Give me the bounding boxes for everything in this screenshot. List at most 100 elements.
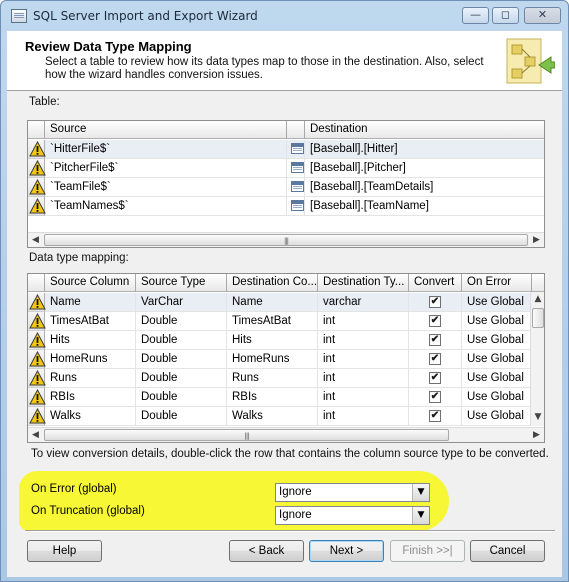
table-horizontal-scrollbar[interactable]: ◀ ||| ▶ bbox=[28, 232, 544, 247]
convert-checkbox[interactable]: ✔ bbox=[429, 334, 441, 346]
source-type-cell: Double bbox=[136, 388, 227, 407]
help-button[interactable]: Help bbox=[27, 540, 102, 562]
convert-cell: ✔ bbox=[409, 388, 462, 407]
scroll-thumb[interactable] bbox=[532, 308, 544, 328]
destination-column-cell: TimesAtBat bbox=[227, 312, 318, 331]
cancel-button[interactable]: Cancel bbox=[470, 540, 545, 562]
back-button[interactable]: < Back bbox=[229, 540, 304, 562]
column-header-destination[interactable]: Destination bbox=[305, 121, 544, 139]
column-header-spacer bbox=[287, 121, 305, 139]
scroll-left-icon[interactable]: ◀ bbox=[28, 233, 43, 247]
on-error-cell[interactable]: Use Global bbox=[462, 350, 530, 369]
page-title: Review Data Type Mapping bbox=[25, 39, 192, 54]
table-grid[interactable]: Source Destination `HitterFile$` [Basebal… bbox=[27, 120, 545, 248]
convert-cell: ✔ bbox=[409, 350, 462, 369]
column-header-source[interactable]: Source bbox=[45, 121, 287, 139]
destination-type-cell: int bbox=[318, 331, 409, 350]
page-description: Select a table to review how its data ty… bbox=[45, 56, 484, 81]
table-icon bbox=[291, 200, 304, 211]
on-error-cell[interactable]: Use Global bbox=[462, 388, 530, 407]
source-column-cell: Walks bbox=[45, 407, 136, 426]
mapping-row[interactable]: Name VarChar Name varchar ✔ Use Global bbox=[28, 293, 544, 312]
scroll-thumb[interactable]: ||| bbox=[44, 429, 449, 441]
convert-cell: ✔ bbox=[409, 312, 462, 331]
close-button[interactable]: ✕ bbox=[524, 7, 561, 24]
warning-icon bbox=[29, 408, 46, 424]
finish-button[interactable]: Finish >>| bbox=[390, 540, 465, 562]
minimize-button[interactable]: — bbox=[462, 7, 489, 24]
convert-checkbox[interactable]: ✔ bbox=[429, 391, 441, 403]
mapping-row[interactable]: Runs Double Runs int ✔ Use Global bbox=[28, 369, 544, 388]
table-row[interactable]: `TeamFile$` [Baseball].[TeamDetails] bbox=[28, 178, 544, 197]
convert-checkbox[interactable]: ✔ bbox=[429, 296, 441, 308]
chevron-down-icon[interactable]: ▼ bbox=[412, 507, 429, 524]
column-header-destination-column[interactable]: Destination Co... bbox=[227, 274, 318, 292]
destination-type-cell: varchar bbox=[318, 293, 409, 312]
scroll-right-icon[interactable]: ▶ bbox=[529, 428, 544, 442]
on-error-global-select[interactable]: Ignore ▼ bbox=[275, 483, 430, 502]
mapping-row[interactable]: RBIs Double RBIs int ✔ Use Global bbox=[28, 388, 544, 407]
column-header-source-type[interactable]: Source Type bbox=[136, 274, 227, 292]
source-cell: `HitterFile$` bbox=[45, 140, 287, 159]
mapping-row[interactable]: HomeRuns Double HomeRuns int ✔ Use Global bbox=[28, 350, 544, 369]
mapping-horizontal-scrollbar[interactable]: ◀ ||| ▶ bbox=[28, 427, 544, 442]
mapping-grid[interactable]: Source Column Source Type Destination Co… bbox=[27, 273, 545, 443]
column-header-on-error[interactable]: On Error bbox=[462, 274, 532, 292]
table-icon-cell bbox=[287, 178, 305, 197]
scroll-down-icon[interactable]: ▼ bbox=[531, 410, 544, 425]
destination-column-cell: HomeRuns bbox=[227, 350, 318, 369]
on-error-cell[interactable]: Use Global bbox=[462, 369, 530, 388]
mapping-row[interactable]: Hits Double Hits int ✔ Use Global bbox=[28, 331, 544, 350]
wizard-client-area: Review Data Type Mapping Select a table … bbox=[7, 31, 562, 577]
table-row[interactable]: `TeamNames$` [Baseball].[TeamName] bbox=[28, 197, 544, 216]
convert-checkbox[interactable]: ✔ bbox=[429, 353, 441, 365]
warning-icon bbox=[29, 179, 46, 195]
destination-cell: [Baseball].[TeamDetails] bbox=[305, 178, 544, 197]
source-column-cell: TimesAtBat bbox=[45, 312, 136, 331]
next-button[interactable]: Next > bbox=[309, 540, 384, 562]
convert-checkbox[interactable]: ✔ bbox=[429, 372, 441, 384]
convert-checkbox[interactable]: ✔ bbox=[429, 410, 441, 422]
convert-cell: ✔ bbox=[409, 369, 462, 388]
on-error-cell[interactable]: Use Global bbox=[462, 331, 530, 350]
table-icon bbox=[291, 181, 304, 192]
scroll-up-icon[interactable]: ▲ bbox=[531, 292, 544, 307]
on-truncation-global-value: Ignore bbox=[279, 509, 312, 521]
table-icon-cell bbox=[287, 140, 305, 159]
warning-icon bbox=[29, 332, 46, 348]
conversion-hint: To view conversion details, double-click… bbox=[31, 448, 549, 460]
warning-icon bbox=[29, 351, 46, 367]
scroll-thumb[interactable]: ||| bbox=[44, 234, 528, 246]
mapping-row[interactable]: TimesAtBat Double TimesAtBat int ✔ Use Global bbox=[28, 312, 544, 331]
source-cell: `TeamFile$` bbox=[45, 178, 287, 197]
on-truncation-global-select[interactable]: Ignore ▼ bbox=[275, 506, 430, 525]
chevron-down-icon[interactable]: ▼ bbox=[412, 484, 429, 501]
warning-cell bbox=[28, 140, 46, 159]
convert-checkbox[interactable]: ✔ bbox=[429, 315, 441, 327]
mapping-vertical-scrollbar[interactable]: ▲ ▼ bbox=[530, 292, 544, 426]
on-error-cell[interactable]: Use Global bbox=[462, 312, 530, 331]
maximize-button[interactable]: ◻ bbox=[492, 7, 519, 24]
warning-cell bbox=[28, 407, 46, 426]
scroll-left-icon[interactable]: ◀ bbox=[28, 428, 43, 442]
destination-type-cell: int bbox=[318, 369, 409, 388]
warning-cell bbox=[28, 178, 46, 197]
table-row[interactable]: `HitterFile$` [Baseball].[Hitter] bbox=[28, 140, 544, 159]
mapping-grid-header: Source Column Source Type Destination Co… bbox=[28, 274, 544, 292]
on-error-cell[interactable]: Use Global bbox=[462, 407, 530, 426]
column-header-destination-type[interactable]: Destination Ty... bbox=[318, 274, 409, 292]
title-bar[interactable]: SQL Server Import and Export Wizard — ◻ … bbox=[1, 1, 568, 31]
source-type-cell: Double bbox=[136, 369, 227, 388]
window-title: SQL Server Import and Export Wizard bbox=[33, 9, 258, 23]
table-row[interactable]: `PitcherFile$` [Baseball].[Pitcher] bbox=[28, 159, 544, 178]
on-error-global-label: On Error (global) bbox=[31, 483, 117, 495]
source-type-cell: Double bbox=[136, 350, 227, 369]
mapping-row[interactable]: Walks Double Walks int ✔ Use Global bbox=[28, 407, 544, 426]
on-error-global-value: Ignore bbox=[279, 486, 312, 498]
warning-icon bbox=[29, 370, 46, 386]
on-error-cell[interactable]: Use Global bbox=[462, 293, 530, 312]
scroll-right-icon[interactable]: ▶ bbox=[529, 233, 544, 247]
column-header-source-column[interactable]: Source Column bbox=[45, 274, 136, 292]
column-header-convert[interactable]: Convert bbox=[409, 274, 462, 292]
destination-column-cell: Hits bbox=[227, 331, 318, 350]
